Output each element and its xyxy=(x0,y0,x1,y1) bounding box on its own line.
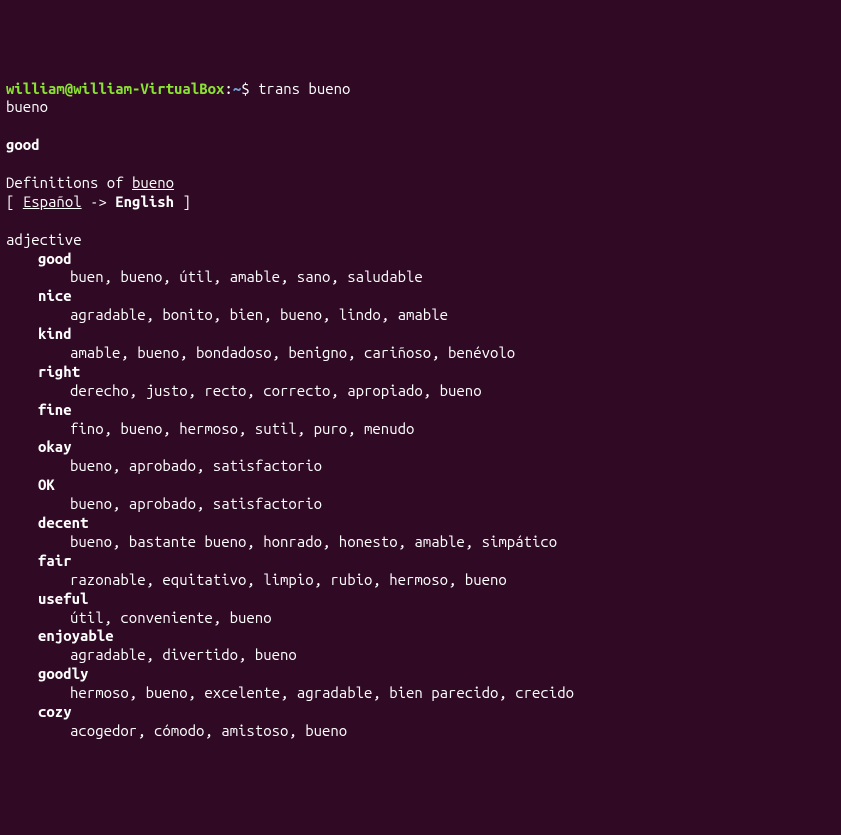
definition-synonyms: útil, conveniente, bueno xyxy=(6,609,835,628)
definition-synonyms: bueno, aprobado, satisfactorio xyxy=(6,457,835,476)
blank-line xyxy=(6,212,835,231)
definition-synonyms: amable, bueno, bondadoso, benigno, cariñ… xyxy=(6,344,835,363)
prompt-line: william@william-VirtualBox:~$ trans buen… xyxy=(6,80,835,99)
definition-synonyms: bueno, aprobado, satisfactorio xyxy=(6,495,835,514)
definition-word: fair xyxy=(6,552,835,571)
definition-word: nice xyxy=(6,287,835,306)
definition-word: kind xyxy=(6,325,835,344)
prompt-tilde: ~ xyxy=(233,80,241,97)
definition-word: enjoyable xyxy=(6,627,835,646)
terminal-output[interactable]: william@william-VirtualBox:~$ trans buen… xyxy=(6,80,835,741)
definitions-header: Definitions of bueno xyxy=(6,174,835,193)
blank-line xyxy=(6,117,835,136)
prompt-colon: : xyxy=(224,80,232,97)
definition-word: OK xyxy=(6,476,835,495)
language-pair: [ Español -> English ] xyxy=(6,193,835,212)
definition-synonyms: bueno, bastante bueno, honrado, honesto,… xyxy=(6,533,835,552)
echo-line: bueno xyxy=(6,98,835,117)
definition-synonyms: agradable, divertido, bueno xyxy=(6,646,835,665)
definition-word: good xyxy=(6,250,835,269)
translation-result: good xyxy=(6,136,835,155)
definition-synonyms: razonable, equitativo, limpio, rubio, he… xyxy=(6,571,835,590)
part-of-speech: adjective xyxy=(6,231,835,250)
definition-word: cozy xyxy=(6,703,835,722)
definition-word: useful xyxy=(6,590,835,609)
definition-synonyms: hermoso, bueno, excelente, agradable, bi… xyxy=(6,684,835,703)
blank-line xyxy=(6,155,835,174)
lang-from: Español xyxy=(23,193,82,210)
definition-synonyms: derecho, justo, recto, correcto, apropia… xyxy=(6,382,835,401)
definition-synonyms: agradable, bonito, bien, bueno, lindo, a… xyxy=(6,306,835,325)
definitions-word: bueno xyxy=(132,174,174,191)
definition-word: decent xyxy=(6,514,835,533)
prompt-user-host: william@william-VirtualBox xyxy=(6,80,224,97)
definition-synonyms: acogedor, cómodo, amistoso, bueno xyxy=(6,722,835,741)
bracket-close: ] xyxy=(174,193,191,210)
lang-arrow: -> xyxy=(82,193,116,210)
lang-to: English xyxy=(115,193,174,210)
prompt-dollar: $ xyxy=(241,80,258,97)
definition-word: right xyxy=(6,363,835,382)
definition-synonyms: fino, bueno, hermoso, sutil, puro, menud… xyxy=(6,420,835,439)
definitions-label: Definitions of xyxy=(6,174,132,191)
definition-word: okay xyxy=(6,438,835,457)
definition-synonyms: buen, bueno, útil, amable, sano, saludab… xyxy=(6,268,835,287)
definition-word: goodly xyxy=(6,665,835,684)
definitions-list: goodbuen, bueno, útil, amable, sano, sal… xyxy=(6,250,835,741)
bracket-open: [ xyxy=(6,193,23,210)
command-text: trans bueno xyxy=(258,80,350,97)
definition-word: fine xyxy=(6,401,835,420)
